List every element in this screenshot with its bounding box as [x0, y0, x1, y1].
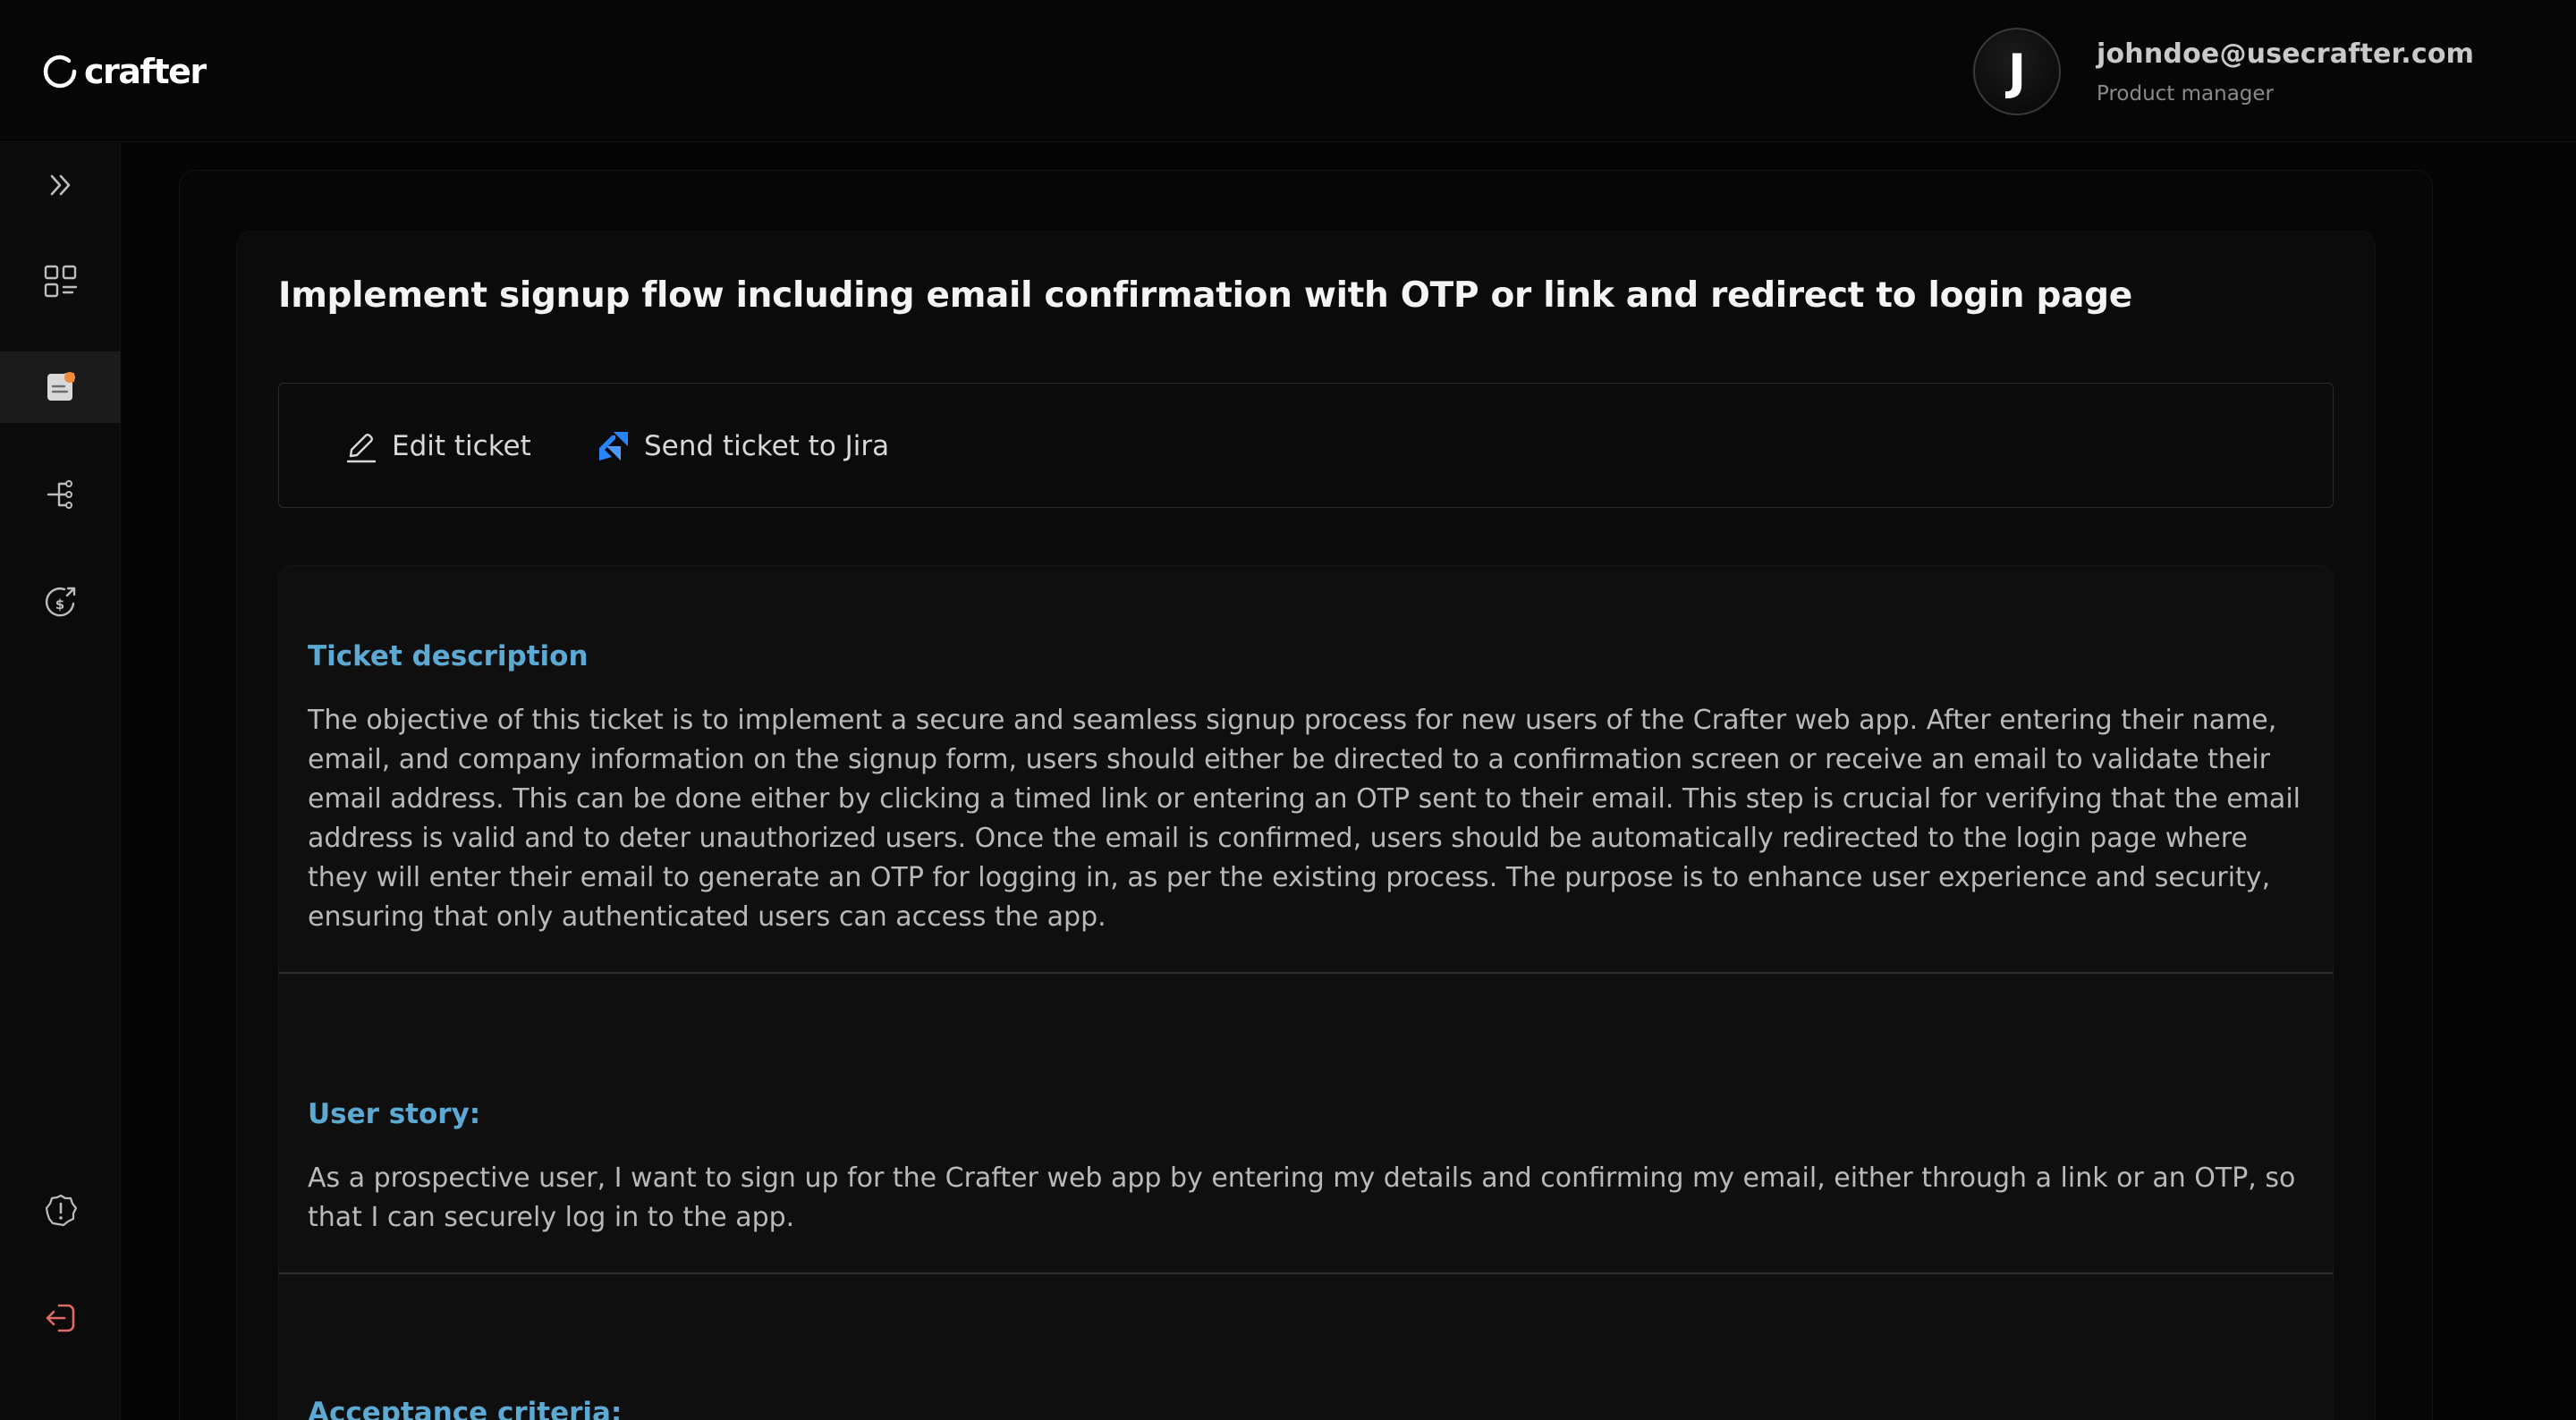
send-to-jira-button[interactable]: Send ticket to Jira: [596, 423, 889, 469]
jira-icon: [599, 432, 628, 461]
sidebar-item-help[interactable]: [0, 1175, 121, 1247]
sidebar: $: [0, 143, 121, 1420]
sidebar-item-tickets[interactable]: [0, 351, 121, 423]
sidebar-item-hierarchy[interactable]: [0, 459, 121, 530]
dashboard-grid-icon: [44, 265, 77, 298]
alert-icon: [45, 1194, 77, 1227]
user-story-heading: User story:: [308, 1098, 481, 1130]
user-role: Product manager: [2097, 81, 2275, 106]
document-icon: [47, 372, 75, 401]
ticket-content-card: [278, 565, 2334, 1420]
sidebar-item-billing[interactable]: $: [0, 566, 121, 638]
acceptance-criteria-heading: Acceptance criteria:: [308, 1397, 623, 1420]
sidebar-expand-button[interactable]: [0, 149, 121, 221]
ticket-description-text: The objective of this ticket is to imple…: [308, 705, 2301, 933]
ticket-title: Implement signup flow including email co…: [278, 275, 2132, 316]
pencil-icon: [346, 434, 377, 463]
edit-ticket-label: Edit ticket: [392, 430, 531, 462]
brand-name: crafter: [84, 52, 207, 91]
section-divider: [278, 972, 2334, 974]
ticket-description-heading: Ticket description: [308, 640, 589, 672]
top-header: crafter J johndoe@usecrafter.com Product…: [0, 0, 2576, 142]
ticket-actions-toolbar: Edit ticket Send ticket to Jira: [278, 383, 2334, 508]
edit-ticket-button[interactable]: Edit ticket: [343, 423, 531, 469]
user-story-text: As a prospective user, I want to sign up…: [308, 1162, 2296, 1233]
section-divider: [278, 1272, 2334, 1274]
logout-icon: [46, 1304, 74, 1332]
svg-text:$: $: [55, 596, 64, 613]
crafter-logo[interactable]: crafter: [41, 52, 207, 91]
sidebar-item-logout[interactable]: [0, 1282, 121, 1354]
avatar[interactable]: J: [1973, 28, 2061, 115]
crafter-logo-icon: [43, 55, 77, 89]
user-email: johndoe@usecrafter.com: [2097, 38, 2475, 70]
dollar-refresh-icon: $: [45, 587, 75, 617]
user-info: johndoe@usecrafter.com Product manager: [2097, 38, 2474, 106]
user-profile[interactable]: J johndoe@usecrafter.com Product manager: [1973, 28, 2474, 115]
sidebar-item-dashboard[interactable]: [0, 246, 121, 317]
send-to-jira-label: Send ticket to Jira: [644, 430, 890, 462]
chevron-double-right-icon: [50, 174, 70, 196]
hierarchy-icon: [47, 480, 72, 509]
